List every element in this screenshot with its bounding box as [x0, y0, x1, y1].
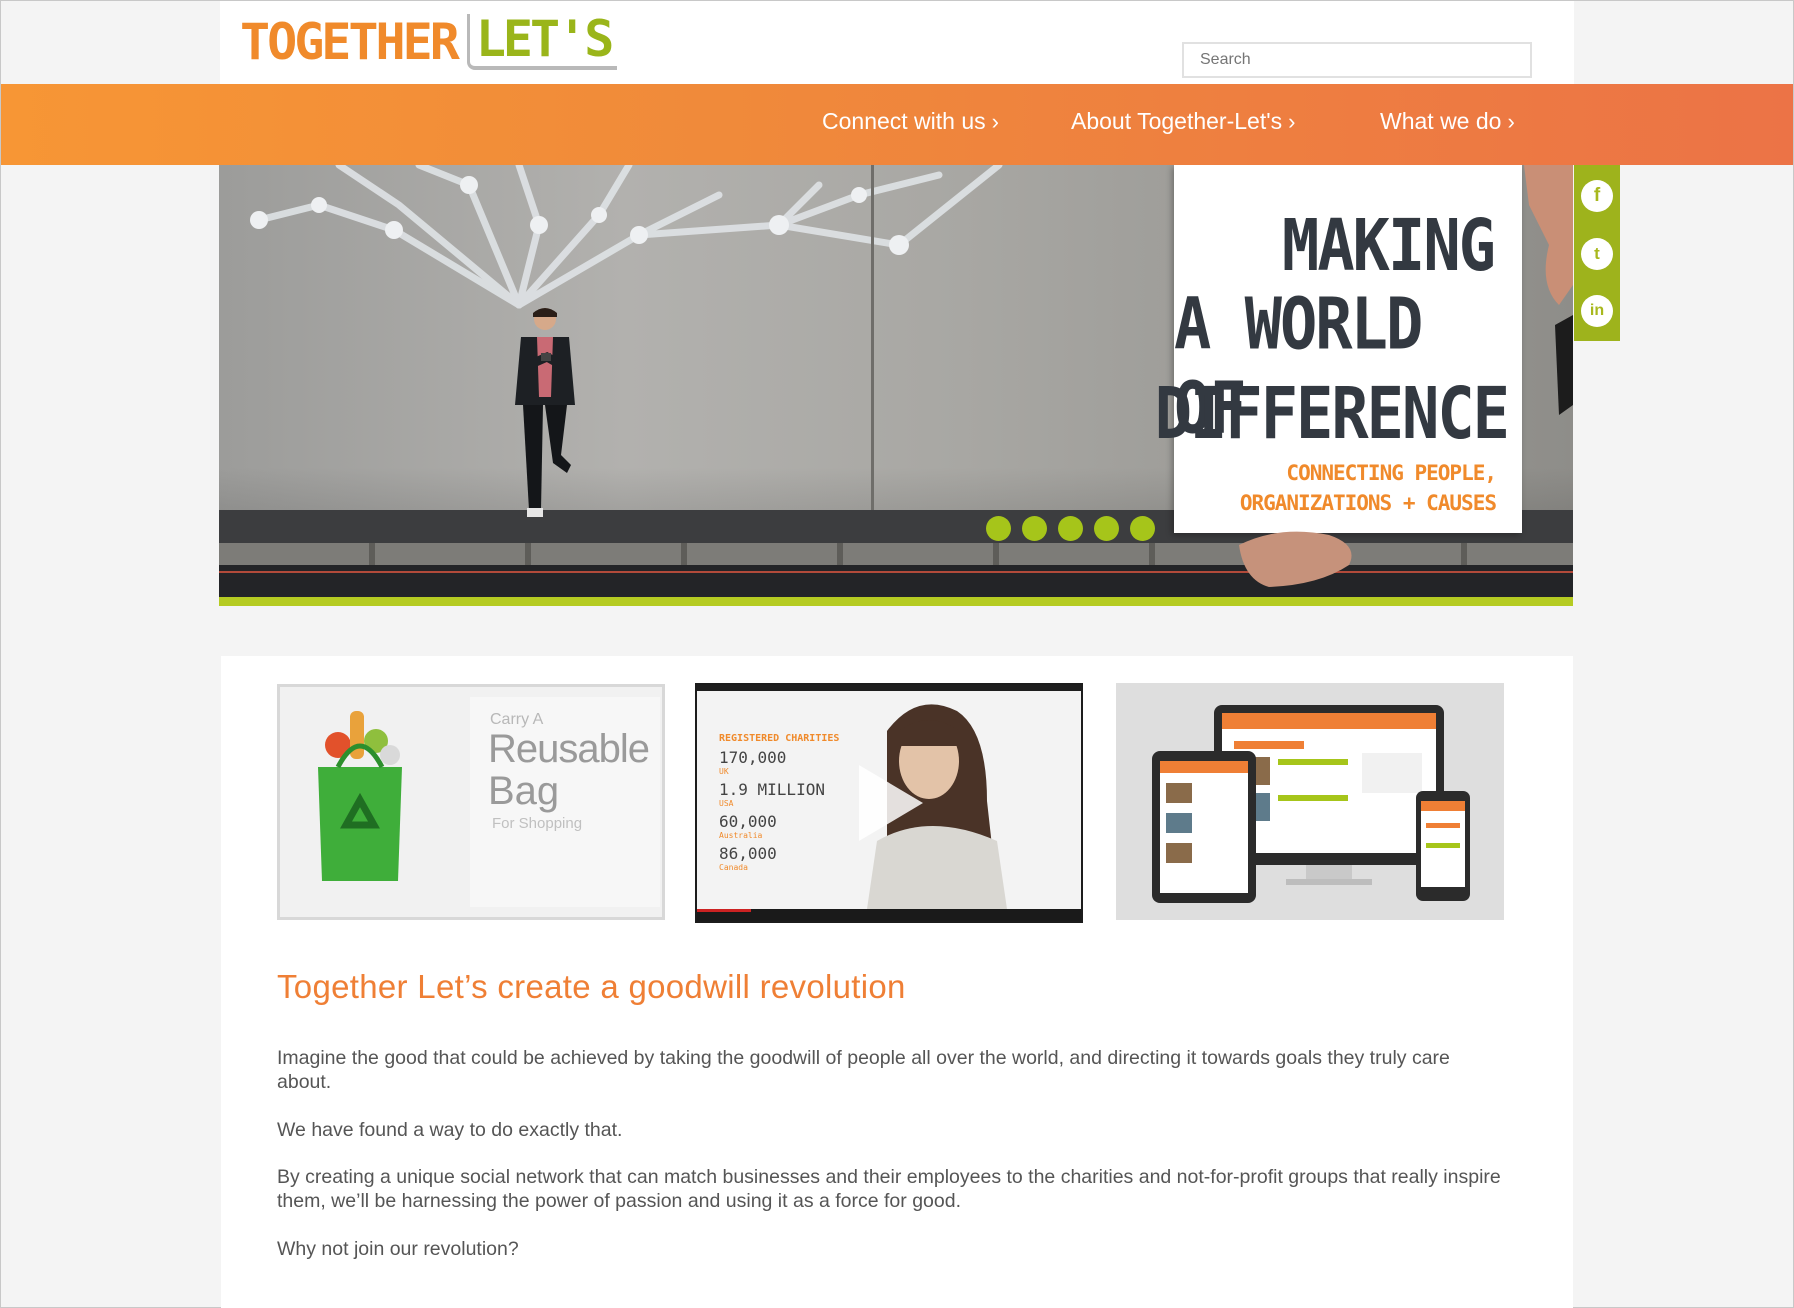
linkedin-icon[interactable]: in	[1581, 295, 1613, 327]
nav-what-we-do[interactable]: What we do ›	[1380, 84, 1515, 165]
chevron-right-icon: ›	[1288, 109, 1296, 134]
hero-bottom-accent	[219, 597, 1573, 606]
slider-dot-3[interactable]	[1058, 516, 1083, 541]
shopping-bag-illustration	[318, 711, 402, 881]
devices-illustration	[1152, 705, 1470, 903]
stat-label: Australia	[719, 831, 763, 840]
tile-reusable-bag[interactable]: Carry A Reusable Bag For Shopping	[277, 684, 665, 920]
stat-label: UK	[719, 767, 729, 776]
stat-value: 60,000	[719, 812, 777, 831]
bag-caption-reusable: Reusable	[488, 727, 650, 771]
nav-label: Connect with us	[822, 108, 986, 134]
video-stats-header: REGISTERED CHARITIES	[719, 733, 840, 744]
hand-bottom-illustration	[1239, 531, 1352, 587]
slider-pagination	[986, 516, 1155, 541]
facebook-icon[interactable]: f	[1581, 180, 1613, 212]
chevron-right-icon: ›	[1507, 109, 1515, 134]
video-stats: REGISTERED CHARITIES 170,000 UK 1.9 MILL…	[719, 733, 839, 872]
slider-dot-2[interactable]	[1022, 516, 1047, 541]
nav-about-together-lets[interactable]: About Together-Let's ›	[1071, 84, 1295, 165]
paragraph-social-network: By creating a unique social network that…	[277, 1166, 1501, 1212]
paragraph-join-revolution: Why not join our revolution?	[277, 1238, 519, 1260]
main-navigation: Connect with us › About Together-Let's › W…	[1, 84, 1793, 165]
search-input[interactable]	[1182, 42, 1532, 78]
road-line	[219, 571, 1573, 573]
logo-word-together: TOGETHER	[240, 13, 460, 71]
bag-caption-bag: Bag	[488, 769, 560, 813]
stat-value: 86,000	[719, 844, 777, 863]
video-controls-bar[interactable]	[697, 909, 1081, 921]
road	[219, 565, 1573, 597]
intro-paragraph: Imagine the good that could be achieved …	[277, 1047, 1450, 1093]
slider-dot-5[interactable]	[1130, 516, 1155, 541]
social-bar: f t in	[1574, 165, 1620, 341]
paragraph-found-way: We have found a way to do exactly that.	[277, 1119, 623, 1141]
kerb	[219, 543, 1573, 565]
twitter-icon[interactable]: t	[1581, 238, 1613, 270]
hero-banner: MAKING A WORLD OF DIFFERENCE CONNECTING …	[219, 165, 1573, 597]
wall-seam	[871, 165, 874, 515]
man-with-phone-illustration	[515, 308, 575, 517]
hand-illustration	[1524, 165, 1573, 415]
tile-video[interactable]: REGISTERED CHARITIES 170,000 UK 1.9 MILL…	[695, 683, 1083, 923]
nav-label: About Together-Let's	[1071, 108, 1283, 134]
bag-caption-sub: For Shopping	[492, 815, 583, 832]
stat-label: Canada	[719, 863, 748, 872]
slider-dot-4[interactable]	[1094, 516, 1119, 541]
nav-label: What we do	[1380, 108, 1502, 134]
page-heading: Together Let’s create a goodwill revolut…	[277, 968, 906, 1005]
hero-subtitle-line-2: ORGANIZATIONS + CAUSES	[1239, 491, 1497, 515]
tile-responsive-devices[interactable]	[1116, 683, 1504, 920]
slider-dot-1[interactable]	[986, 516, 1011, 541]
stat-value: 1.9 MILLION	[719, 780, 825, 799]
stat-label: USA	[719, 799, 734, 808]
logo-word-lets: LET'S	[466, 14, 618, 70]
hero-title-line-3: DIFFERENCE	[1154, 371, 1510, 456]
stat-value: 170,000	[719, 748, 787, 767]
site-logo[interactable]: TOGETHER LET'S	[240, 13, 618, 71]
chevron-right-icon: ›	[991, 109, 999, 134]
video-progress	[697, 909, 751, 912]
nav-connect-with-us[interactable]: Connect with us ›	[822, 84, 999, 165]
play-icon[interactable]	[859, 765, 923, 841]
